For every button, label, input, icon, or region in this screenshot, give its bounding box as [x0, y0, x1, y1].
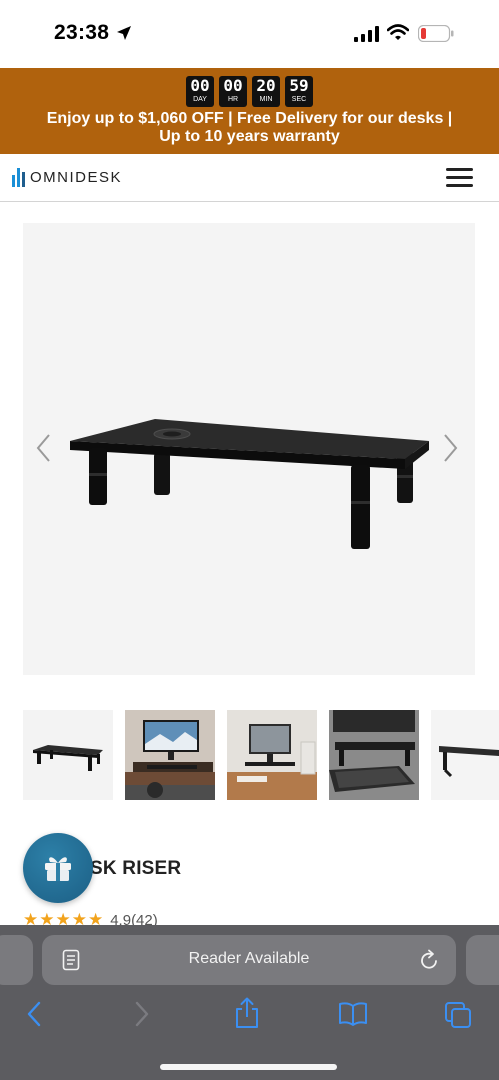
logo-text: OMNIDESK — [30, 169, 123, 186]
browser-bottom-bar: Reader Available — [0, 925, 499, 1080]
omnidesk-logo[interactable]: OMNIDESK — [12, 168, 122, 187]
countdown-timer: 00 DAY 00 HR 20 MIN 59 SEC — [0, 76, 499, 107]
countdown-minutes: 20 MIN — [252, 76, 280, 107]
cellular-signal-icon — [354, 26, 379, 42]
share-icon[interactable] — [234, 997, 260, 1029]
location-arrow-icon — [117, 26, 131, 40]
countdown-days: 00 DAY — [186, 76, 214, 107]
status-time: 23:38 — [54, 21, 110, 44]
product-image-monitor-riser — [70, 419, 429, 549]
forward-icon[interactable] — [134, 1001, 150, 1027]
thumbnail-riser-keyboard[interactable] — [329, 710, 419, 800]
logo-mark-icon — [12, 168, 25, 187]
gift-icon — [45, 857, 71, 881]
back-icon[interactable] — [26, 1001, 42, 1027]
chevron-left-icon[interactable] — [35, 433, 51, 463]
address-bar-text: Reader Available — [188, 950, 310, 967]
status-bar: 23:38 — [0, 0, 499, 68]
countdown-seconds: 59 SEC — [285, 76, 313, 107]
product-image-gallery[interactable] — [23, 223, 475, 675]
bookmarks-icon[interactable] — [338, 1001, 368, 1027]
promo-text: Enjoy up to $1,060 OFF | Free Delivery f… — [10, 110, 489, 146]
gift-button[interactable] — [23, 833, 93, 903]
promo-banner[interactable]: 00 DAY 00 HR 20 MIN 59 SEC Enjoy up to $… — [0, 68, 499, 154]
address-bar[interactable]: Reader Available — [42, 935, 456, 985]
thumbnail-riser-monitor-desk[interactable] — [227, 710, 317, 800]
reload-icon[interactable] — [420, 949, 440, 971]
wifi-icon — [387, 24, 409, 40]
battery-low-icon — [418, 25, 454, 42]
home-indicator[interactable] — [160, 1064, 337, 1070]
tabs-icon[interactable] — [444, 1001, 472, 1029]
chevron-right-icon[interactable] — [443, 433, 459, 463]
promo-line-1: Enjoy up to $1,060 OFF | Free Delivery f… — [46, 110, 453, 127]
thumbnail-strip[interactable] — [23, 710, 499, 800]
countdown-hours: 00 HR — [219, 76, 247, 107]
next-tab-preview[interactable] — [466, 935, 499, 985]
thumbnail-riser-tv-setup[interactable] — [125, 710, 215, 800]
thumbnail-riser-side[interactable] — [431, 710, 499, 800]
product-title: SK RISER — [90, 858, 182, 879]
previous-tab-preview[interactable] — [0, 935, 33, 985]
promo-line-2: Up to 10 years warranty — [159, 128, 340, 145]
thumbnail-riser-product[interactable] — [23, 710, 113, 800]
hamburger-menu-icon[interactable] — [446, 168, 473, 188]
site-header: OMNIDESK — [0, 154, 499, 202]
